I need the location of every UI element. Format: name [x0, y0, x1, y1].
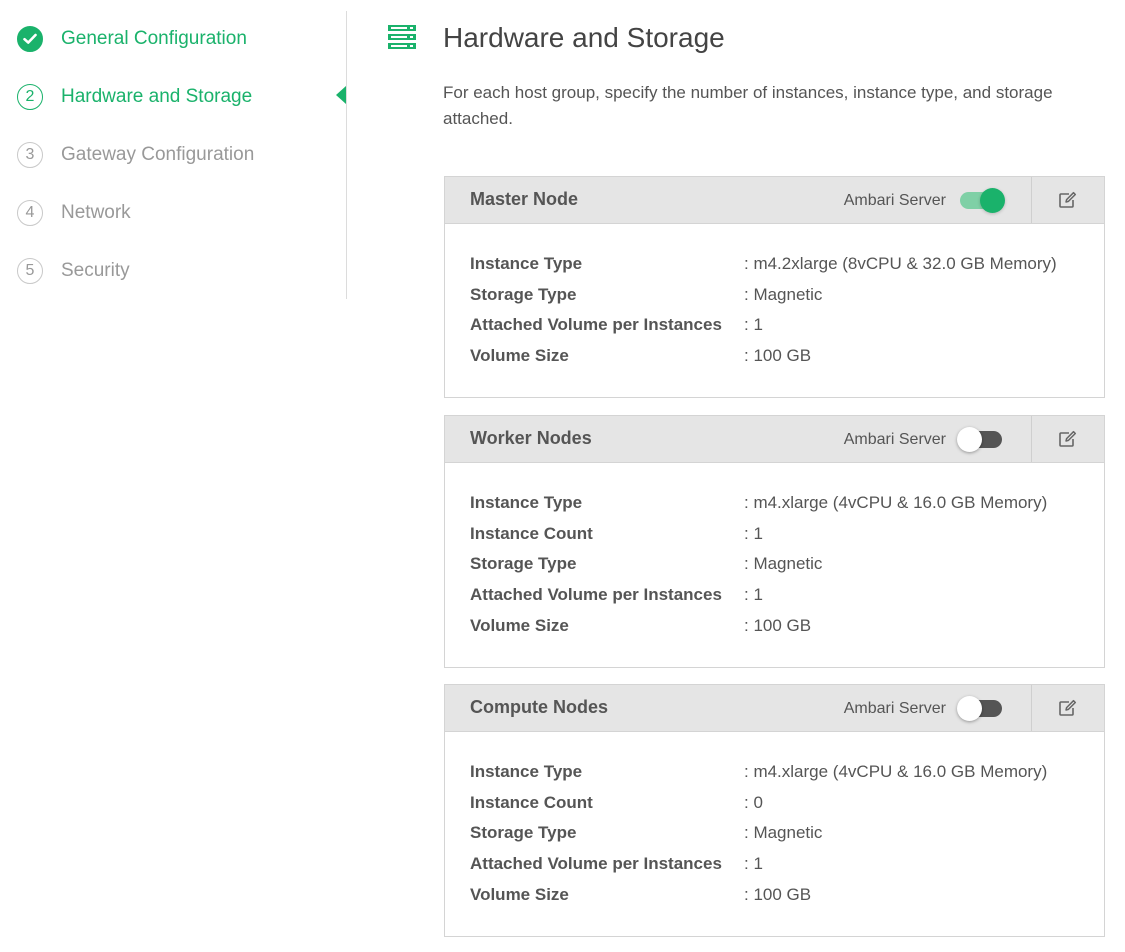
card-body: Instance Type : m4.xlarge (4vCPU & 16.0 G…: [445, 732, 1104, 910]
toggle-knob: [957, 696, 982, 721]
host-group-name: Worker Nodes: [470, 428, 592, 448]
field-label: Volume Size: [470, 615, 569, 635]
ambari-server-label: Ambari Server: [843, 192, 946, 209]
field-row: Attached Volume per Instances : 1: [470, 310, 1080, 341]
field-label: Attached Volume per Instances: [470, 854, 722, 874]
field-label: Volume Size: [470, 884, 569, 904]
step-number: 4: [17, 200, 43, 226]
field-label: Attached Volume per Instances: [470, 315, 722, 335]
toggle-knob: [957, 427, 982, 452]
card-header: Worker Nodes Ambari Server: [445, 416, 1104, 463]
field-value: : 1: [744, 523, 763, 543]
step-security[interactable]: 5 Security: [17, 256, 130, 286]
field-row: Storage Type : Magnetic: [470, 818, 1080, 849]
host-group-card-master: Master Node Ambari Server Instance Type:…: [444, 176, 1105, 398]
field-row: Volume Size : 100 GB: [470, 610, 1080, 641]
field-value: : 1: [744, 315, 763, 335]
field-row: Instance Type : m4.xlarge (4vCPU & 16.0 G…: [470, 488, 1080, 519]
field-value: : 1: [744, 585, 763, 605]
step-label: Security: [61, 260, 130, 281]
active-step-caret-icon: [336, 86, 346, 104]
field-row: Volume Size : 100 GB: [470, 341, 1080, 372]
field-value: : 100 GB: [744, 346, 812, 366]
step-label: Network: [61, 202, 131, 223]
ambari-server-toggle[interactable]: [957, 427, 1002, 452]
step-general-configuration[interactable]: General Configuration: [17, 24, 247, 54]
field-value: : 100 GB: [744, 884, 812, 904]
field-label: Storage Type: [470, 554, 577, 574]
field-row: Attached Volume per Instances : 1: [470, 580, 1080, 611]
field-row: Storage Type : Magnetic: [470, 280, 1080, 311]
ambari-server-label: Ambari Server: [843, 431, 946, 448]
wizard-steps: General Configuration 2 Hardware and Sto…: [0, 0, 346, 298]
field-value: : m4.xlarge (4vCPU & 16.0 GB Memory): [744, 762, 1048, 782]
card-body: Instance Type : m4.2xlarge (8vCPU & 32.0 …: [445, 224, 1104, 371]
host-group-name: Compute Nodes: [470, 697, 609, 717]
host-group-card-compute: Compute Nodes Ambari Server Instance Typ…: [444, 684, 1105, 937]
field-label: Storage Type: [470, 823, 577, 843]
field-value: : Magnetic: [744, 284, 823, 304]
field-label: Instance Type: [470, 493, 583, 513]
field-label: Storage Type: [470, 284, 577, 304]
server-stack-icon: [388, 25, 416, 49]
field-row: Instance Count : 1: [470, 519, 1080, 550]
step-number: 2: [17, 84, 43, 110]
step-label: General Configuration: [61, 28, 247, 49]
edit-icon: [1059, 699, 1077, 716]
field-row: Storage Type : Magnetic: [470, 549, 1080, 580]
checkmark-icon: [17, 26, 43, 52]
field-value: : m4.xlarge (4vCPU & 16.0 GB Memory): [744, 493, 1048, 513]
edit-button[interactable]: [1032, 177, 1104, 223]
page-description: For each host group, specify the number …: [443, 83, 1053, 128]
field-value: : 100 GB: [744, 615, 812, 635]
field-label: Instance Type: [470, 762, 583, 782]
ambari-server-toggle[interactable]: [960, 188, 1005, 213]
field-value: : Magnetic: [744, 554, 823, 574]
sidebar-divider: [346, 11, 347, 299]
step-number: 5: [17, 258, 43, 284]
host-group-name: Master Node: [470, 189, 579, 209]
field-value: : Magnetic: [744, 823, 823, 843]
step-label: Gateway Configuration: [61, 144, 255, 165]
edit-icon: [1059, 430, 1077, 447]
field-label: Instance Type: [470, 254, 583, 274]
ambari-server-toggle[interactable]: [957, 696, 1002, 721]
step-hardware-and-storage[interactable]: 2 Hardware and Storage: [17, 82, 252, 112]
field-row: Instance Type : m4.2xlarge (8vCPU & 32.0 …: [470, 249, 1080, 280]
field-row: Attached Volume per Instances : 1: [470, 849, 1080, 880]
ambari-server-label: Ambari Server: [843, 700, 946, 717]
field-value: : 1: [744, 854, 763, 874]
field-row: Instance Type : m4.xlarge (4vCPU & 16.0 G…: [470, 757, 1080, 788]
toggle-knob: [980, 188, 1005, 213]
edit-button[interactable]: [1032, 685, 1104, 731]
field-label: Instance Count: [470, 523, 593, 543]
field-label: Attached Volume per Instances: [470, 585, 722, 605]
field-value: : m4.2xlarge (8vCPU & 32.0 GB Memory): [744, 254, 1057, 274]
step-label: Hardware and Storage: [61, 86, 253, 107]
page-title: Hardware and Storage: [443, 22, 725, 53]
field-value: : 0: [744, 792, 763, 812]
card-header: Master Node Ambari Server: [445, 177, 1104, 224]
field-label: Volume Size: [470, 346, 569, 366]
step-network[interactable]: 4 Network: [17, 198, 131, 228]
card-body: Instance Type : m4.xlarge (4vCPU & 16.0 G…: [445, 463, 1104, 641]
card-header: Compute Nodes Ambari Server: [445, 685, 1104, 732]
field-row: Volume Size : 100 GB: [470, 879, 1080, 910]
edit-icon: [1059, 191, 1077, 208]
field-row: Instance Count : 0: [470, 788, 1080, 819]
field-label: Instance Count: [470, 792, 593, 812]
step-gateway-configuration[interactable]: 3 Gateway Configuration: [17, 140, 254, 170]
host-group-card-worker: Worker Nodes Ambari Server Instance Type…: [444, 415, 1105, 668]
edit-button[interactable]: [1032, 416, 1104, 462]
step-number: 3: [17, 142, 43, 168]
